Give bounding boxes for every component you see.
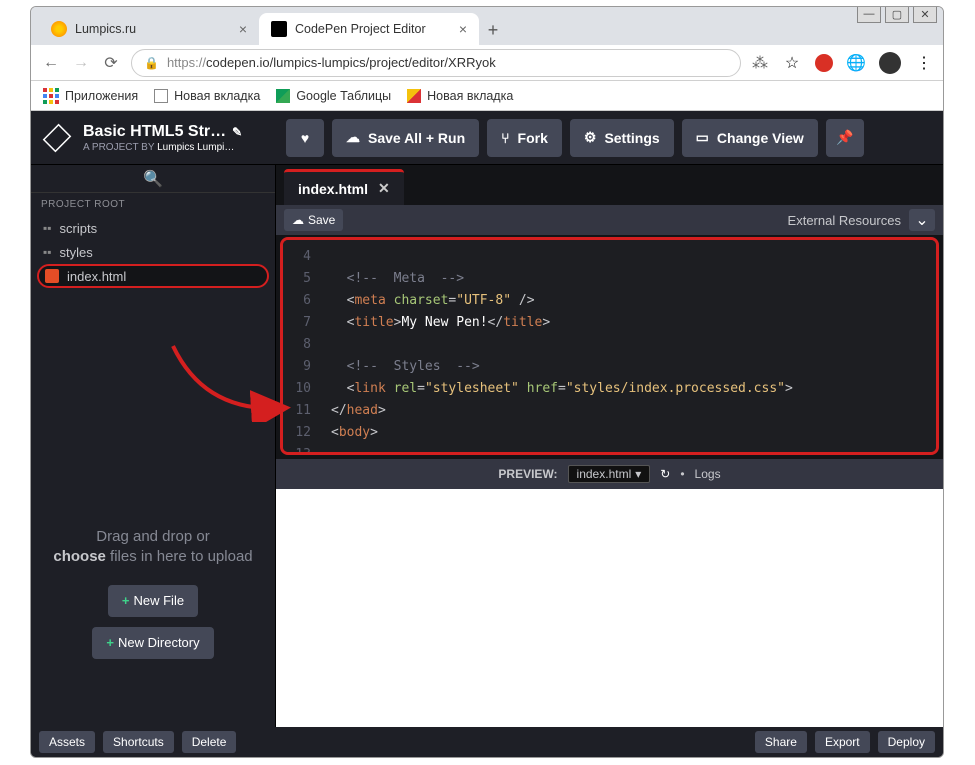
logs-button[interactable]: Logs — [695, 467, 721, 481]
favicon-icon — [271, 21, 287, 37]
file-tab-index[interactable]: index.html ✕ — [284, 169, 404, 205]
edit-icon[interactable]: ✎ — [232, 125, 242, 139]
browser-window: — ▢ ✕ Lumpics.ru × CodePen Project Edito… — [30, 6, 944, 758]
pin-button[interactable]: 📌 — [826, 119, 864, 157]
folder-styles[interactable]: ▪▪styles — [37, 240, 269, 264]
page-icon — [407, 89, 421, 103]
external-resources-toggle[interactable]: ⌄ — [909, 209, 935, 231]
project-search[interactable]: 🔍 — [31, 165, 275, 193]
layout-icon: ▭ — [696, 129, 709, 146]
deploy-button[interactable]: Deploy — [878, 731, 935, 753]
browser-tab-codepen[interactable]: CodePen Project Editor × — [259, 13, 479, 45]
close-window-button[interactable]: ✕ — [913, 6, 937, 23]
chevron-down-icon: ▾ — [635, 467, 641, 481]
close-tab-icon[interactable]: × — [459, 21, 467, 37]
fork-icon: ⑂ — [501, 130, 509, 146]
save-button[interactable]: ☁Save — [284, 209, 343, 231]
delete-button[interactable]: Delete — [182, 731, 237, 753]
tab-title: Lumpics.ru — [75, 22, 231, 36]
extension-opera-icon[interactable] — [815, 54, 833, 72]
close-file-icon[interactable]: ✕ — [378, 180, 390, 197]
menu-icon[interactable]: ⋮ — [915, 54, 933, 72]
heart-icon: ♥ — [301, 130, 309, 146]
address-bar: ← → ⟳ 🔒 https://codepen.io/lumpics-lumpi… — [31, 45, 943, 81]
preview-file-select[interactable]: index.html▾ — [568, 465, 651, 483]
reload-button[interactable]: ⟳ — [101, 53, 121, 73]
bookmark-item[interactable]: Новая вкладка — [154, 89, 260, 103]
preview-refresh-button[interactable]: ↻ — [660, 467, 670, 481]
favicon-icon — [51, 21, 67, 37]
new-directory-button[interactable]: +New Directory — [92, 627, 213, 659]
profile-avatar[interactable] — [879, 52, 901, 74]
close-tab-icon[interactable]: × — [239, 21, 247, 37]
code-content: <!-- Meta --> <meta charset="UTF-8" /> <… — [283, 240, 936, 455]
minimize-button[interactable]: — — [857, 6, 881, 23]
codepen-app: Basic HTML5 Str… ✎ A PROJECT BY Lumpics … — [31, 111, 943, 757]
preview-label: PREVIEW: — [498, 467, 557, 481]
extension-globe-icon[interactable]: 🌐 — [847, 54, 865, 72]
bookmark-item[interactable]: Google Таблицы — [276, 89, 391, 103]
cloud-icon: ☁ — [292, 213, 304, 227]
translate-icon[interactable]: ⁂ — [751, 54, 769, 72]
line-gutter: 45678910111213 — [283, 240, 321, 455]
topbar: Basic HTML5 Str… ✎ A PROJECT BY Lumpics … — [31, 111, 943, 165]
pin-icon: 📌 — [836, 129, 853, 146]
editor-toolbar: ☁Save External Resources ⌄ — [276, 205, 943, 235]
main: 🔍 PROJECT ROOT ▪▪scripts ▪▪styles index.… — [31, 165, 943, 727]
external-resources-label[interactable]: External Resources — [788, 213, 901, 228]
forward-button[interactable]: → — [71, 54, 91, 72]
preview-pane[interactable] — [276, 489, 943, 727]
search-icon: 🔍 — [143, 169, 163, 189]
chevron-down-icon: ⌄ — [915, 210, 928, 230]
bottom-bar: Assets Shortcuts Delete Share Export Dep… — [31, 727, 943, 757]
project-title: Basic HTML5 Str… ✎ A PROJECT BY Lumpics … — [83, 123, 278, 153]
browser-tab-lumpics[interactable]: Lumpics.ru × — [39, 13, 259, 45]
file-index-html[interactable]: index.html — [37, 264, 269, 288]
editor-panel: index.html ✕ ☁Save External Resources ⌄ … — [276, 165, 943, 727]
save-run-button[interactable]: ☁Save All + Run — [332, 119, 479, 157]
fork-button[interactable]: ⑂Fork — [487, 119, 562, 157]
change-view-button[interactable]: ▭Change View — [682, 119, 818, 157]
share-button[interactable]: Share — [755, 731, 807, 753]
new-file-button[interactable]: +New File — [108, 585, 198, 617]
code-editor[interactable]: 45678910111213 <!-- Meta --> <meta chars… — [280, 237, 939, 455]
maximize-button[interactable]: ▢ — [885, 6, 909, 23]
export-button[interactable]: Export — [815, 731, 870, 753]
codepen-logo-icon — [39, 120, 75, 156]
tab-strip: Lumpics.ru × CodePen Project Editor × + — [31, 7, 943, 45]
dot-icon: • — [680, 467, 684, 481]
url-text: https://codepen.io/lumpics-lumpics/proje… — [167, 55, 728, 70]
back-button[interactable]: ← — [41, 54, 61, 72]
drop-area[interactable]: Drag and drop or choose files in here to… — [31, 511, 275, 728]
shortcuts-button[interactable]: Shortcuts — [103, 731, 174, 753]
folder-icon: ▪▪ — [43, 245, 52, 259]
file-tabs: index.html ✕ — [276, 165, 943, 205]
apps-button[interactable]: Приложения — [43, 88, 138, 104]
project-root-label: PROJECT ROOT — [31, 193, 275, 216]
folder-icon: ▪▪ — [43, 221, 52, 235]
assets-button[interactable]: Assets — [39, 731, 95, 753]
preview-bar: PREVIEW: index.html▾ ↻ • Logs — [276, 459, 943, 489]
apps-icon — [43, 88, 59, 104]
tab-title: CodePen Project Editor — [295, 22, 451, 36]
sheets-icon — [276, 89, 290, 103]
like-button[interactable]: ♥ — [286, 119, 324, 157]
window-controls: — ▢ ✕ — [857, 6, 937, 23]
bookmark-item[interactable]: Новая вкладка — [407, 89, 513, 103]
file-tree: ▪▪scripts ▪▪styles index.html — [31, 216, 275, 288]
bookmarks-bar: Приложения Новая вкладка Google Таблицы … — [31, 81, 943, 111]
lock-icon: 🔒 — [144, 56, 159, 70]
star-icon[interactable]: ☆ — [783, 54, 801, 72]
url-input[interactable]: 🔒 https://codepen.io/lumpics-lumpics/pro… — [131, 49, 741, 77]
settings-button[interactable]: ⚙Settings — [570, 119, 674, 157]
folder-scripts[interactable]: ▪▪scripts — [37, 216, 269, 240]
html-file-icon — [45, 269, 59, 283]
cloud-icon: ☁ — [346, 129, 360, 146]
sidebar: 🔍 PROJECT ROOT ▪▪scripts ▪▪styles index.… — [31, 165, 276, 727]
new-tab-button[interactable]: + — [479, 15, 507, 45]
page-icon — [154, 89, 168, 103]
gear-icon: ⚙ — [584, 129, 597, 146]
